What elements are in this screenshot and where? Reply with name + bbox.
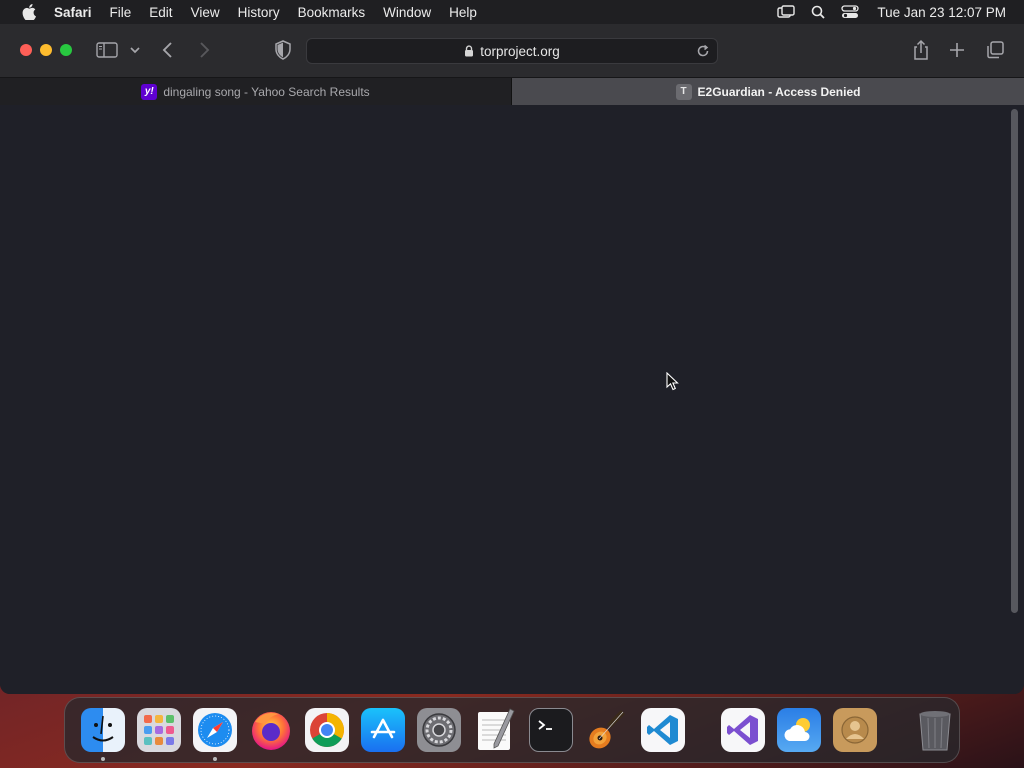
dock-visual-studio[interactable] — [721, 708, 765, 752]
share-icon[interactable] — [911, 39, 931, 61]
menu-file[interactable]: File — [101, 5, 141, 20]
contacts-icon — [833, 708, 877, 752]
sidebar-toggle-icon[interactable] — [96, 41, 118, 59]
menu-window[interactable]: Window — [374, 5, 440, 20]
textedit-icon — [473, 708, 517, 752]
dock-system-settings[interactable] — [417, 708, 461, 752]
menu-bookmarks[interactable]: Bookmarks — [289, 5, 375, 20]
firefox-icon — [249, 708, 293, 752]
apple-menu-icon[interactable] — [18, 4, 40, 20]
dock-garageband[interactable] — [585, 708, 629, 752]
letter-t-favicon-icon: T — [675, 83, 692, 100]
launchpad-icon — [137, 708, 181, 752]
vertical-scrollbar[interactable] — [1011, 109, 1018, 613]
lock-icon — [464, 45, 474, 57]
tab-overview-icon[interactable] — [985, 40, 1005, 60]
privacy-shield-icon[interactable] — [274, 40, 292, 60]
yahoo-favicon-icon: y! — [141, 83, 158, 100]
dock-weather[interactable] — [777, 708, 821, 752]
dock-textedit[interactable] — [473, 708, 517, 752]
browser-toolbar: torproject.org — [0, 24, 1024, 78]
app-store-icon — [361, 708, 405, 752]
running-indicator — [101, 757, 105, 761]
control-center-icon[interactable] — [841, 5, 860, 19]
weather-cloud-sun-icon — [777, 708, 821, 752]
trash-icon — [913, 708, 957, 752]
safari-compass-icon — [193, 708, 237, 752]
menu-app-name[interactable]: Safari — [54, 5, 101, 20]
spotlight-search-icon[interactable] — [811, 5, 826, 19]
new-tab-plus-icon[interactable] — [948, 41, 966, 59]
reload-icon[interactable] — [695, 43, 711, 59]
tab-e2guardian-access-denied[interactable]: T E2Guardian - Access Denied — [512, 78, 1024, 105]
tab-title: dingaling song - Yahoo Search Results — [163, 84, 370, 99]
dock-safari[interactable] — [193, 708, 237, 761]
dock-trash[interactable] — [913, 708, 957, 752]
dock-app-store[interactable] — [361, 708, 405, 752]
window-zoom-button[interactable] — [60, 44, 72, 56]
address-bar[interactable]: torproject.org — [306, 38, 718, 64]
menu-view[interactable]: View — [182, 5, 229, 20]
menu-history[interactable]: History — [229, 5, 289, 20]
gear-icon — [417, 708, 461, 752]
address-url: torproject.org — [480, 43, 560, 59]
menu-help[interactable]: Help — [440, 5, 486, 20]
back-button-icon[interactable] — [160, 40, 176, 60]
dock — [64, 697, 960, 763]
screen-mirroring-icon[interactable] — [777, 5, 796, 19]
dock-terminal[interactable] — [529, 708, 573, 752]
tab-group-chevron-down-icon[interactable] — [129, 44, 141, 56]
menu-bar: Safari File Edit View History Bookmarks … — [0, 0, 1024, 24]
visual-studio-icon — [721, 708, 765, 752]
dock-firefox[interactable] — [249, 708, 293, 752]
guitar-icon — [585, 708, 629, 752]
window-close-button[interactable] — [20, 44, 32, 56]
mouse-pointer-icon — [666, 371, 680, 397]
finder-icon — [81, 708, 125, 752]
vscode-icon — [641, 708, 685, 752]
dock-chrome[interactable] — [305, 708, 349, 752]
window-minimize-button[interactable] — [40, 44, 52, 56]
tab-title: E2Guardian - Access Denied — [697, 84, 861, 99]
running-indicator — [213, 757, 217, 761]
dock-launchpad[interactable] — [137, 708, 181, 752]
tab-bar: y! dingaling song - Yahoo Search Results… — [0, 78, 1024, 105]
safari-window: torproject.org y! dingaling song - Yahoo… — [0, 24, 1024, 694]
terminal-icon — [529, 708, 573, 752]
tab-yahoo-search[interactable]: y! dingaling song - Yahoo Search Results — [0, 78, 512, 105]
dock-finder[interactable] — [81, 708, 125, 761]
chrome-icon — [305, 708, 349, 752]
forward-button-icon[interactable] — [196, 40, 212, 60]
web-page-content[interactable] — [0, 105, 1024, 694]
dock-vscode[interactable] — [641, 708, 685, 752]
dock-contacts[interactable] — [833, 708, 877, 752]
menu-edit[interactable]: Edit — [140, 5, 181, 20]
menu-bar-clock[interactable]: Tue Jan 23 12:07 PM — [877, 5, 1006, 20]
